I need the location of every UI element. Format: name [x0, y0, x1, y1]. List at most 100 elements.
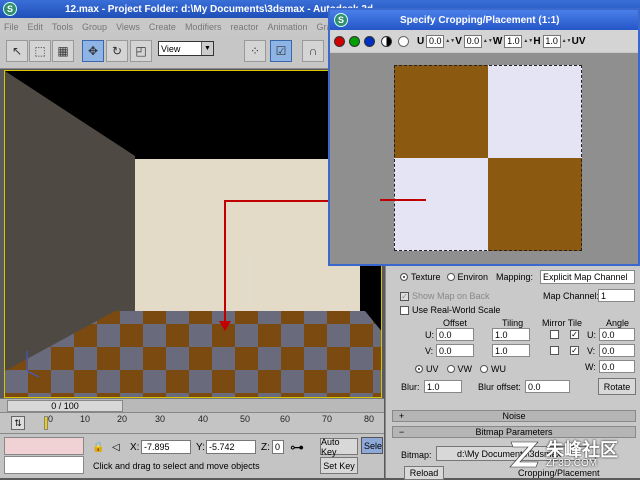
selected-dropdown[interactable]: Selec: [361, 437, 383, 454]
expand-plus-icon: +: [399, 411, 405, 421]
pivot-icon[interactable]: ⁘: [244, 40, 266, 62]
real-world-checkbox[interactable]: [400, 305, 409, 315]
uv-radio[interactable]: [415, 365, 423, 373]
vw-radio[interactable]: [446, 365, 455, 373]
texture-radio[interactable]: [400, 273, 408, 281]
maxscript-listener-pink[interactable]: [4, 437, 84, 455]
chevron-down-icon[interactable]: ▼: [201, 42, 213, 55]
mono-channel-icon[interactable]: [398, 35, 409, 47]
u-spinner-icon[interactable]: ▲▼: [445, 35, 455, 48]
status-prompt: Click and drag to select and move object…: [93, 461, 260, 471]
environ-radio[interactable]: [446, 273, 455, 281]
move-icon[interactable]: ✥: [82, 40, 104, 62]
menu-edit[interactable]: Edit: [28, 22, 44, 32]
menu-animation[interactable]: Animation: [267, 22, 307, 32]
rotate-icon[interactable]: ↻: [106, 40, 128, 62]
green-channel-icon[interactable]: [349, 35, 360, 47]
y-coord-label: Y:: [196, 442, 205, 453]
auto-key-button[interactable]: Auto Key: [320, 437, 358, 457]
menu-file[interactable]: File: [4, 22, 19, 32]
show-map-on-back-checkbox[interactable]: ✓: [400, 291, 409, 301]
perspective-viewport[interactable]: [4, 70, 382, 398]
v-tile-checkbox[interactable]: ✓: [570, 346, 579, 355]
dialog-title-bar[interactable]: S Specify Cropping/Placement (1:1): [330, 10, 638, 30]
select-filter-icon[interactable]: ▦: [52, 40, 74, 62]
menu-tools[interactable]: Tools: [52, 22, 73, 32]
magnet-icon[interactable]: ∩: [302, 40, 324, 62]
u-tiling-field[interactable]: 1.0: [492, 328, 530, 341]
v-tiling-field[interactable]: 1.0: [492, 344, 530, 357]
blur-field[interactable]: 1.0: [424, 380, 462, 393]
key-filter-icon[interactable]: ⇅: [11, 416, 25, 430]
tick-label: 40: [198, 414, 209, 424]
h-field[interactable]: 1.0: [542, 34, 561, 48]
menu-views[interactable]: Views: [116, 22, 140, 32]
maxscript-listener-white[interactable]: [4, 456, 84, 474]
z-coord-field[interactable]: 0: [272, 440, 284, 454]
rotate-button[interactable]: Rotate: [598, 378, 636, 395]
h-spinner-icon[interactable]: ▲▼: [562, 35, 572, 48]
tick-label: 20: [117, 414, 128, 424]
crop-region-outline[interactable]: [394, 65, 582, 251]
v-field-label: V: [455, 35, 462, 47]
select-arrow-icon[interactable]: ↖: [6, 40, 28, 62]
v-angle-field[interactable]: 0.0: [599, 344, 635, 357]
region-select-icon[interactable]: ⬚: [29, 40, 51, 62]
main-toolbar: ↖ ⬚ ▦ ✥ ↻ ◰ View ▼ ⁘ ☑ ∩: [0, 35, 330, 69]
alpha-channel-icon[interactable]: [381, 35, 392, 47]
blur-offset-field[interactable]: 0.0: [525, 380, 570, 393]
absolute-mode-icon[interactable]: ◁: [112, 442, 120, 453]
w-field[interactable]: 1.0: [504, 34, 523, 48]
blur-offset-label: Blur offset:: [478, 382, 521, 392]
scale-icon[interactable]: ◰: [130, 40, 152, 62]
reference-coord-dropdown[interactable]: View ▼: [158, 41, 214, 56]
y-coord-field[interactable]: -5.742: [206, 440, 256, 454]
u-mirror-checkbox[interactable]: [550, 330, 559, 339]
scene-render: [5, 71, 381, 397]
show-map-on-back-row: ✓ Show Map on Back: [400, 291, 490, 301]
crop-canvas[interactable]: [330, 53, 638, 264]
menu-create[interactable]: Create: [149, 22, 176, 32]
u-offset-field[interactable]: 0.0: [436, 328, 474, 341]
x-coord-field[interactable]: -7.895: [141, 440, 191, 454]
u-angle-field[interactable]: 0.0: [599, 328, 635, 341]
app-logo-icon[interactable]: S: [3, 2, 17, 16]
mapping-dropdown[interactable]: Explicit Map Channel: [540, 270, 635, 284]
u-field[interactable]: 0.0: [426, 34, 445, 48]
v-mirror-checkbox[interactable]: [550, 346, 559, 355]
red-channel-icon[interactable]: [334, 35, 345, 47]
menu-modifiers[interactable]: Modifiers: [185, 22, 222, 32]
real-world-label: Use Real-World Scale: [412, 305, 501, 315]
w-angle-field[interactable]: 0.0: [599, 360, 635, 373]
u-tile-checkbox[interactable]: ✓: [570, 330, 579, 339]
key-icon[interactable]: ⊶: [290, 439, 304, 456]
noise-rollout[interactable]: + Noise: [392, 410, 636, 422]
environ-label: Environ: [457, 272, 489, 282]
time-slider-thumb[interactable]: 0 / 100: [7, 400, 123, 412]
noise-rollout-label: Noise: [502, 411, 526, 421]
v-offset-field[interactable]: 0.0: [436, 344, 474, 357]
w-angle-label: W:: [585, 362, 596, 372]
tick-label: 70: [322, 414, 333, 424]
lock-icon[interactable]: 🔒: [92, 442, 104, 453]
uv-toggle[interactable]: UV: [572, 36, 586, 47]
angle-header: Angle: [606, 318, 630, 328]
menu-group[interactable]: Group: [82, 22, 107, 32]
map-channel-field[interactable]: 1: [598, 289, 635, 302]
set-key-button[interactable]: Set Key: [320, 457, 358, 474]
track-bar[interactable]: ⇅ 0 10 20 30 40 50 60 70 80: [0, 412, 384, 433]
w-spinner-icon[interactable]: ▲▼: [523, 35, 533, 48]
time-slider-track[interactable]: 0 / 100: [0, 398, 384, 412]
v-spinner-icon[interactable]: ▲▼: [483, 35, 493, 48]
w-field-label: W: [492, 35, 503, 47]
dialog-title: Specify Cropping/Placement (1:1): [400, 14, 560, 26]
menu-reactor[interactable]: reactor: [230, 22, 258, 32]
snap-icon[interactable]: ☑: [270, 40, 292, 62]
show-map-on-back-label: Show Map on Back: [412, 291, 490, 301]
blue-channel-icon[interactable]: [364, 35, 375, 47]
menu-bar: File Edit Tools Group Views Create Modif…: [0, 18, 332, 35]
u-label: U:: [425, 330, 434, 340]
main-window-title: 12.max - Project Folder: d:\My Documents…: [65, 3, 374, 15]
v-field[interactable]: 0.0: [463, 34, 482, 48]
wu-radio[interactable]: [480, 365, 489, 373]
